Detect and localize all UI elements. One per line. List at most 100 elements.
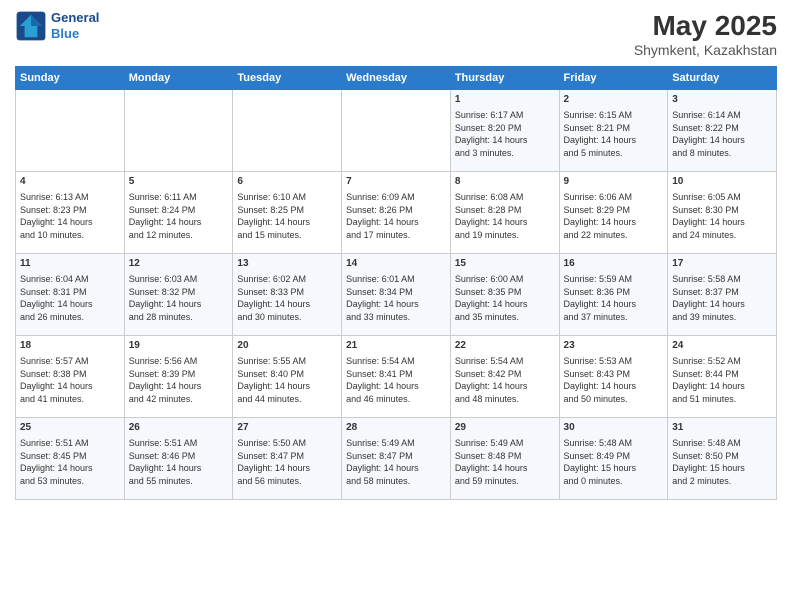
day-info: Daylight: 14 hours (564, 298, 664, 311)
day-info: Sunrise: 5:50 AM (237, 437, 337, 450)
calendar-cell: 22Sunrise: 5:54 AMSunset: 8:42 PMDayligh… (450, 336, 559, 418)
day-info: Sunset: 8:41 PM (346, 368, 446, 381)
calendar-cell: 31Sunrise: 5:48 AMSunset: 8:50 PMDayligh… (668, 418, 777, 500)
calendar-cell: 2Sunrise: 6:15 AMSunset: 8:21 PMDaylight… (559, 90, 668, 172)
calendar-cell: 28Sunrise: 5:49 AMSunset: 8:47 PMDayligh… (342, 418, 451, 500)
day-number: 23 (564, 339, 664, 353)
day-info: Daylight: 14 hours (672, 380, 772, 393)
day-info: and 48 minutes. (455, 393, 555, 406)
day-info: Sunset: 8:29 PM (564, 204, 664, 217)
calendar-cell: 15Sunrise: 6:00 AMSunset: 8:35 PMDayligh… (450, 254, 559, 336)
day-info: Daylight: 14 hours (346, 462, 446, 475)
day-number: 9 (564, 175, 664, 189)
day-info: Sunrise: 6:10 AM (237, 191, 337, 204)
day-info: Sunset: 8:22 PM (672, 122, 772, 135)
day-info: Daylight: 14 hours (455, 380, 555, 393)
day-info: Sunrise: 6:01 AM (346, 273, 446, 286)
day-info: Sunrise: 6:06 AM (564, 191, 664, 204)
day-number: 7 (346, 175, 446, 189)
day-info: Daylight: 14 hours (237, 216, 337, 229)
day-number: 31 (672, 421, 772, 435)
day-info: Daylight: 14 hours (346, 298, 446, 311)
day-info: Sunset: 8:21 PM (564, 122, 664, 135)
header: General Blue May 2025 Shymkent, Kazakhst… (15, 10, 777, 58)
day-info: and 3 minutes. (455, 147, 555, 160)
week-row-1: 1Sunrise: 6:17 AMSunset: 8:20 PMDaylight… (16, 90, 777, 172)
day-info: and 5 minutes. (564, 147, 664, 160)
day-number: 13 (237, 257, 337, 271)
day-info: Sunset: 8:24 PM (129, 204, 229, 217)
calendar-cell: 17Sunrise: 5:58 AMSunset: 8:37 PMDayligh… (668, 254, 777, 336)
week-row-3: 11Sunrise: 6:04 AMSunset: 8:31 PMDayligh… (16, 254, 777, 336)
day-info: and 22 minutes. (564, 229, 664, 242)
day-info: Sunset: 8:44 PM (672, 368, 772, 381)
day-info: and 51 minutes. (672, 393, 772, 406)
week-row-4: 18Sunrise: 5:57 AMSunset: 8:38 PMDayligh… (16, 336, 777, 418)
calendar-table: SundayMondayTuesdayWednesdayThursdayFrid… (15, 66, 777, 500)
day-info: Daylight: 14 hours (20, 216, 120, 229)
day-info: Daylight: 14 hours (20, 462, 120, 475)
logo-line2: Blue (51, 26, 99, 42)
day-info: Sunset: 8:26 PM (346, 204, 446, 217)
calendar-cell: 21Sunrise: 5:54 AMSunset: 8:41 PMDayligh… (342, 336, 451, 418)
calendar-cell: 29Sunrise: 5:49 AMSunset: 8:48 PMDayligh… (450, 418, 559, 500)
day-info: and 24 minutes. (672, 229, 772, 242)
day-info: Daylight: 14 hours (237, 298, 337, 311)
calendar-cell: 5Sunrise: 6:11 AMSunset: 8:24 PMDaylight… (124, 172, 233, 254)
day-info: Daylight: 14 hours (20, 298, 120, 311)
calendar-cell: 3Sunrise: 6:14 AMSunset: 8:22 PMDaylight… (668, 90, 777, 172)
main-title: May 2025 (634, 10, 777, 42)
logo-icon (15, 10, 47, 42)
day-info: Daylight: 14 hours (129, 380, 229, 393)
calendar-cell: 13Sunrise: 6:02 AMSunset: 8:33 PMDayligh… (233, 254, 342, 336)
week-row-5: 25Sunrise: 5:51 AMSunset: 8:45 PMDayligh… (16, 418, 777, 500)
day-info: and 30 minutes. (237, 311, 337, 324)
day-info: Daylight: 14 hours (564, 216, 664, 229)
calendar-cell: 19Sunrise: 5:56 AMSunset: 8:39 PMDayligh… (124, 336, 233, 418)
calendar-cell (342, 90, 451, 172)
day-info: Sunrise: 5:48 AM (564, 437, 664, 450)
day-info: Sunrise: 5:51 AM (20, 437, 120, 450)
day-number: 10 (672, 175, 772, 189)
calendar-cell: 8Sunrise: 6:08 AMSunset: 8:28 PMDaylight… (450, 172, 559, 254)
day-number: 15 (455, 257, 555, 271)
day-info: Sunset: 8:23 PM (20, 204, 120, 217)
day-number: 11 (20, 257, 120, 271)
day-info: Sunrise: 6:02 AM (237, 273, 337, 286)
calendar-cell: 14Sunrise: 6:01 AMSunset: 8:34 PMDayligh… (342, 254, 451, 336)
day-info: and 59 minutes. (455, 475, 555, 488)
day-info: and 26 minutes. (20, 311, 120, 324)
day-info: Sunset: 8:36 PM (564, 286, 664, 299)
day-info: Sunset: 8:49 PM (564, 450, 664, 463)
day-info: Sunset: 8:42 PM (455, 368, 555, 381)
day-info: Sunset: 8:30 PM (672, 204, 772, 217)
day-info: Sunset: 8:25 PM (237, 204, 337, 217)
calendar-cell: 12Sunrise: 6:03 AMSunset: 8:32 PMDayligh… (124, 254, 233, 336)
day-info: Sunrise: 5:58 AM (672, 273, 772, 286)
day-info: and 55 minutes. (129, 475, 229, 488)
day-info: and 35 minutes. (455, 311, 555, 324)
day-info: Sunset: 8:47 PM (237, 450, 337, 463)
header-day-friday: Friday (559, 67, 668, 90)
day-number: 27 (237, 421, 337, 435)
title-block: May 2025 Shymkent, Kazakhstan (634, 10, 777, 58)
day-info: and 44 minutes. (237, 393, 337, 406)
page: General Blue May 2025 Shymkent, Kazakhst… (0, 0, 792, 612)
day-info: Sunrise: 6:09 AM (346, 191, 446, 204)
day-info: Daylight: 14 hours (237, 380, 337, 393)
day-info: Daylight: 14 hours (672, 134, 772, 147)
day-info: Sunrise: 6:05 AM (672, 191, 772, 204)
day-info: Daylight: 14 hours (564, 134, 664, 147)
day-info: Daylight: 15 hours (672, 462, 772, 475)
calendar-cell: 18Sunrise: 5:57 AMSunset: 8:38 PMDayligh… (16, 336, 125, 418)
day-info: Daylight: 14 hours (455, 462, 555, 475)
calendar-cell: 16Sunrise: 5:59 AMSunset: 8:36 PMDayligh… (559, 254, 668, 336)
day-info: Sunrise: 5:55 AM (237, 355, 337, 368)
calendar-cell (233, 90, 342, 172)
day-info: Daylight: 14 hours (455, 216, 555, 229)
day-info: and 33 minutes. (346, 311, 446, 324)
day-info: Sunrise: 5:56 AM (129, 355, 229, 368)
day-info: Sunset: 8:39 PM (129, 368, 229, 381)
day-info: Daylight: 14 hours (346, 216, 446, 229)
day-info: Daylight: 14 hours (672, 298, 772, 311)
